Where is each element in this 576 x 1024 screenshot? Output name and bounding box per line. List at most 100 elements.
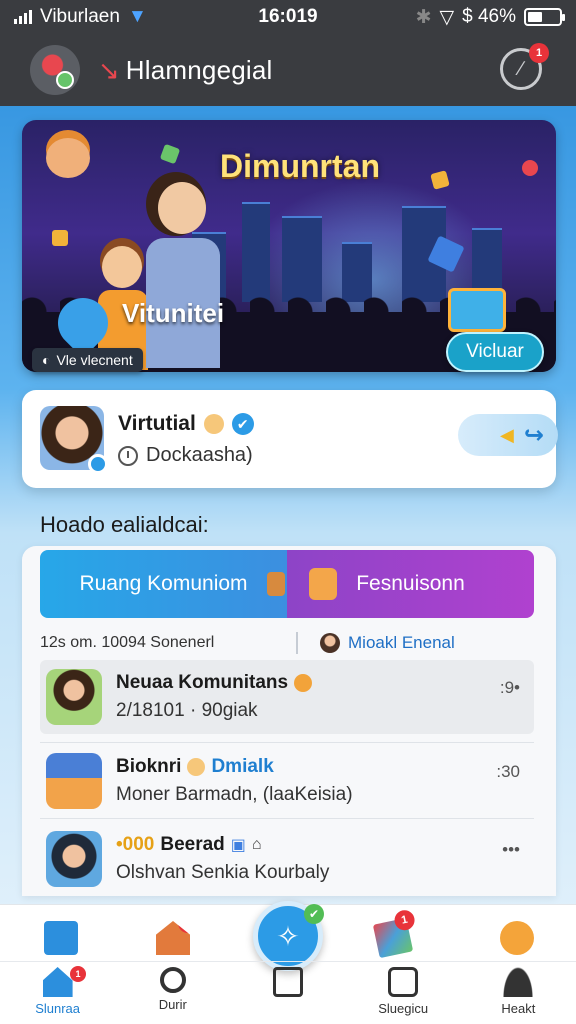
banner-tag-label: Vle vlecnent: [56, 352, 133, 368]
wand-icon: ✧: [276, 920, 300, 952]
shortcut-row: 1 1 ✧ ✔: [0, 901, 576, 971]
section-title: Hoado ealialdcai:: [40, 512, 209, 537]
no-entry-icon: ∕: [519, 57, 523, 80]
list-item-thumbnail: [46, 831, 102, 887]
notification-badge: 1: [529, 43, 549, 63]
check-icon: ✔: [304, 904, 324, 924]
more-options-icon[interactable]: •••: [502, 840, 520, 860]
back-icon[interactable]: ↘: [98, 55, 120, 86]
info-icon: ◐: [42, 352, 51, 368]
phone-icon[interactable]: [44, 921, 78, 955]
community-panel: Ruang Komuniom Fesnuisonn 12s om. 10094 …: [22, 546, 556, 896]
tab-discussion-label: Fesnuisonn: [356, 572, 465, 595]
emoji-face-icon: [203, 414, 224, 434]
emoji-icon: [187, 758, 206, 776]
cards-icon[interactable]: 1: [372, 908, 417, 959]
profile-avatar[interactable]: [40, 406, 108, 474]
nav-item-profile[interactable]: Heakt: [468, 967, 568, 1024]
meta-right-label: Mioakl Enenal: [348, 633, 455, 652]
list-item-title-accent: Dmialk: [211, 756, 274, 777]
confetti-icon: [159, 143, 181, 165]
list-item-time: :30: [496, 762, 520, 781]
battery-fill: [528, 12, 542, 22]
tab-community-label: Ruang Komuniom: [79, 572, 248, 595]
banner-tag[interactable]: ◐ Vle vlecnent: [32, 348, 143, 372]
nav-items: Slunraa Durir Sluegicu Heakt: [0, 967, 576, 1024]
list-item[interactable]: Neuaa Komunitans 2/18101 · 90giak :9•: [40, 660, 534, 734]
confetti-icon: [52, 230, 68, 246]
nav-item-compose[interactable]: [238, 967, 338, 1024]
list-item[interactable]: •000 Beerad ▣ ⌂ Olshvan Senkia Kourbaly …: [40, 822, 534, 896]
list-item-thumbnail: [46, 669, 102, 725]
meta-left: 12s om. 10094 Sonenerl: [40, 634, 215, 651]
list-item-title-accent: •000: [116, 834, 155, 855]
status-time: 16:019: [258, 6, 318, 27]
list-item-subtitle: Moner Barmadn, (laaKeisia): [116, 784, 353, 805]
house-badge: 1: [178, 921, 190, 933]
meta-divider: [296, 632, 298, 654]
meta-row: 12s om. 10094 Sonenerl Mioakl Enenal: [40, 630, 534, 656]
list-item-title: Beerad: [160, 834, 225, 855]
face-icon: [46, 138, 90, 178]
nav-label: Durir: [158, 997, 187, 1012]
house-icon[interactable]: 1: [156, 921, 190, 955]
girl-figure: [142, 182, 222, 372]
online-dot: [88, 454, 108, 474]
nav-item-home[interactable]: Slunraa: [8, 967, 108, 1024]
list-item-title-row: •000 Beerad ▣ ⌂: [116, 834, 329, 856]
banner-button[interactable]: Vicluar: [446, 332, 544, 372]
user-icon: [503, 967, 534, 997]
image-icon: ▣: [230, 837, 246, 854]
signal-icon: [14, 10, 32, 24]
battery-icon: [524, 8, 565, 26]
cards-badge: 1: [392, 908, 417, 933]
laptop-icon: [448, 288, 506, 332]
profile-status-row: Dockaasha): [118, 444, 253, 467]
list-divider: [40, 818, 534, 819]
list-item-text: •000 Beerad ▣ ⌂ Olshvan Senkia Kourbaly: [116, 834, 329, 884]
worker-icon: [309, 568, 337, 600]
list-item-title-row: Bioknri Dmialk: [116, 756, 353, 778]
megaphone-icon: ◀: [500, 424, 514, 445]
header-avatar[interactable]: [30, 45, 80, 95]
list-item[interactable]: Bioknri Dmialk Moner Barmadn, (laaKeisia…: [40, 744, 534, 818]
status-bar: Viburlaen ▼ 16:019 ✱ ▽ $ 46%: [0, 0, 576, 34]
clock-icon: [118, 445, 138, 466]
carrier-label: Viburlaen: [40, 6, 120, 27]
home-icon: [42, 967, 73, 997]
meta-right-link[interactable]: Mioakl Enenal: [320, 633, 455, 653]
share-arrow-icon: ↪: [523, 421, 544, 449]
profile-card[interactable]: Virtutial ✔ Dockaasha) ◀ ↪: [22, 390, 558, 488]
notification-button[interactable]: ∕ 1: [500, 43, 549, 90]
list-item-title-row: Neuaa Komunitans: [116, 672, 313, 694]
wifi-icon: ▼: [127, 6, 147, 27]
nav-divider: [0, 961, 576, 962]
lock-icon: ⌂: [251, 836, 262, 853]
status-right: ✱ ▽ $ 46%: [415, 6, 565, 29]
battery-percent: $ 46%: [462, 6, 516, 27]
confetti-icon: [522, 160, 538, 176]
nav-label: Heakt: [501, 1001, 536, 1016]
banner-subtitle: Vitunitei: [122, 298, 225, 328]
header-title: Hlamngegial: [125, 54, 273, 85]
list-item-text: Bioknri Dmialk Moner Barmadn, (laaKeisia…: [116, 756, 353, 806]
bluetooth-icon: ✱: [415, 6, 432, 28]
tab-bar: Ruang Komuniom Fesnuisonn: [40, 550, 534, 618]
list-item-thumbnail: [46, 753, 102, 809]
banner-title: Dimunrtan: [220, 148, 380, 184]
app-header: ↘ Hlamngegial ∕ 1: [0, 34, 576, 106]
nav-item-media[interactable]: Sluegicu: [353, 967, 453, 1024]
profile-name-row: Virtutial ✔: [118, 412, 254, 436]
list-item-title: Neuaa Komunitans: [116, 672, 289, 693]
list-item-text: Neuaa Komunitans 2/18101 · 90giak: [116, 672, 313, 722]
verified-icon: ✔: [231, 413, 254, 435]
profile-name: Virtutial: [118, 412, 196, 435]
tab-community[interactable]: Ruang Komuniom: [40, 550, 287, 618]
search-icon: [159, 967, 186, 993]
nav-item-search[interactable]: Durir: [123, 967, 223, 1024]
medal-icon[interactable]: [500, 921, 534, 955]
list-item-title: Bioknri: [116, 756, 182, 777]
tab-discussion[interactable]: Fesnuisonn: [287, 550, 534, 618]
list-item-subtitle: Olshvan Senkia Kourbaly: [116, 862, 330, 883]
share-button[interactable]: ◀ ↪: [458, 414, 558, 456]
